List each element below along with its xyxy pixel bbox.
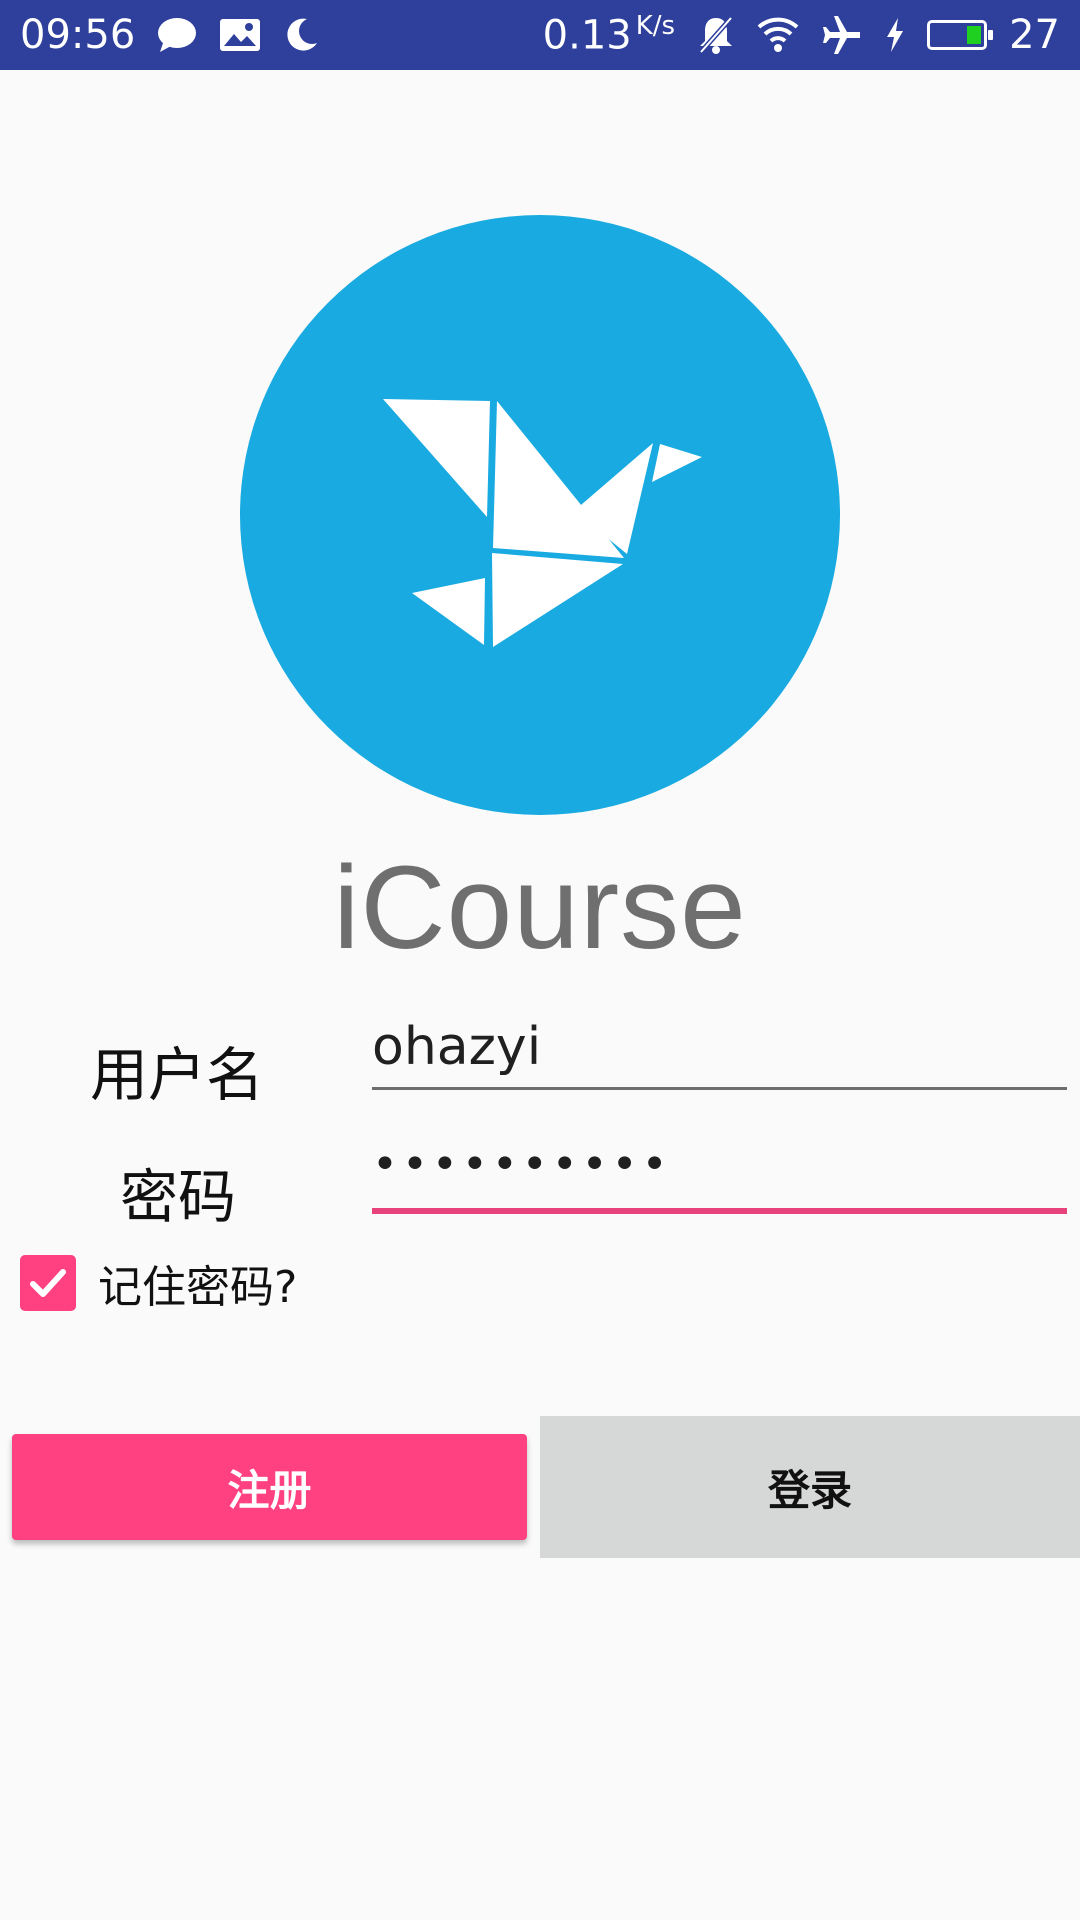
remember-password-checkbox[interactable] — [20, 1255, 76, 1311]
origami-bird-icon — [383, 399, 702, 647]
password-field[interactable]: •••••••••• — [372, 1130, 1067, 1214]
network-speed-unit: K/s — [635, 11, 676, 42]
app-title: iCourse — [333, 842, 747, 974]
battery-level: 27 — [1009, 11, 1060, 58]
checkmark-icon — [30, 1269, 66, 1297]
network-speed-value: 0.13 — [542, 12, 632, 59]
status-time: 09:56 — [20, 12, 136, 58]
image-icon — [219, 18, 261, 52]
airplane-icon — [821, 15, 863, 55]
status-bar-right: 0.13 K/s 27 — [543, 11, 1060, 58]
mute-icon — [697, 15, 735, 55]
charging-icon — [885, 17, 905, 53]
username-field[interactable]: ohazyi — [372, 1012, 1067, 1090]
password-value: •••••••••• — [372, 1139, 672, 1190]
status-bar-left: 09:56 — [20, 12, 319, 58]
battery-icon — [927, 19, 994, 50]
username-label: 用户名 — [90, 1041, 265, 1109]
moon-icon — [283, 17, 319, 53]
remember-password-label: 记住密码? — [98, 1262, 298, 1313]
username-value: ohazyi — [372, 1017, 542, 1077]
remember-password-row[interactable]: 记住密码? — [20, 1255, 297, 1313]
register-button[interactable]: 注册 — [12, 1434, 527, 1540]
wifi-icon — [757, 17, 799, 53]
status-bar: 09:56 0.13 K/s 27 — [0, 0, 1080, 70]
app-logo — [240, 215, 840, 815]
chat-icon — [157, 17, 197, 53]
password-label: 密码 — [120, 1163, 237, 1231]
login-button[interactable]: 登录 — [540, 1416, 1080, 1558]
network-speed: 0.13 K/s — [543, 11, 675, 58]
